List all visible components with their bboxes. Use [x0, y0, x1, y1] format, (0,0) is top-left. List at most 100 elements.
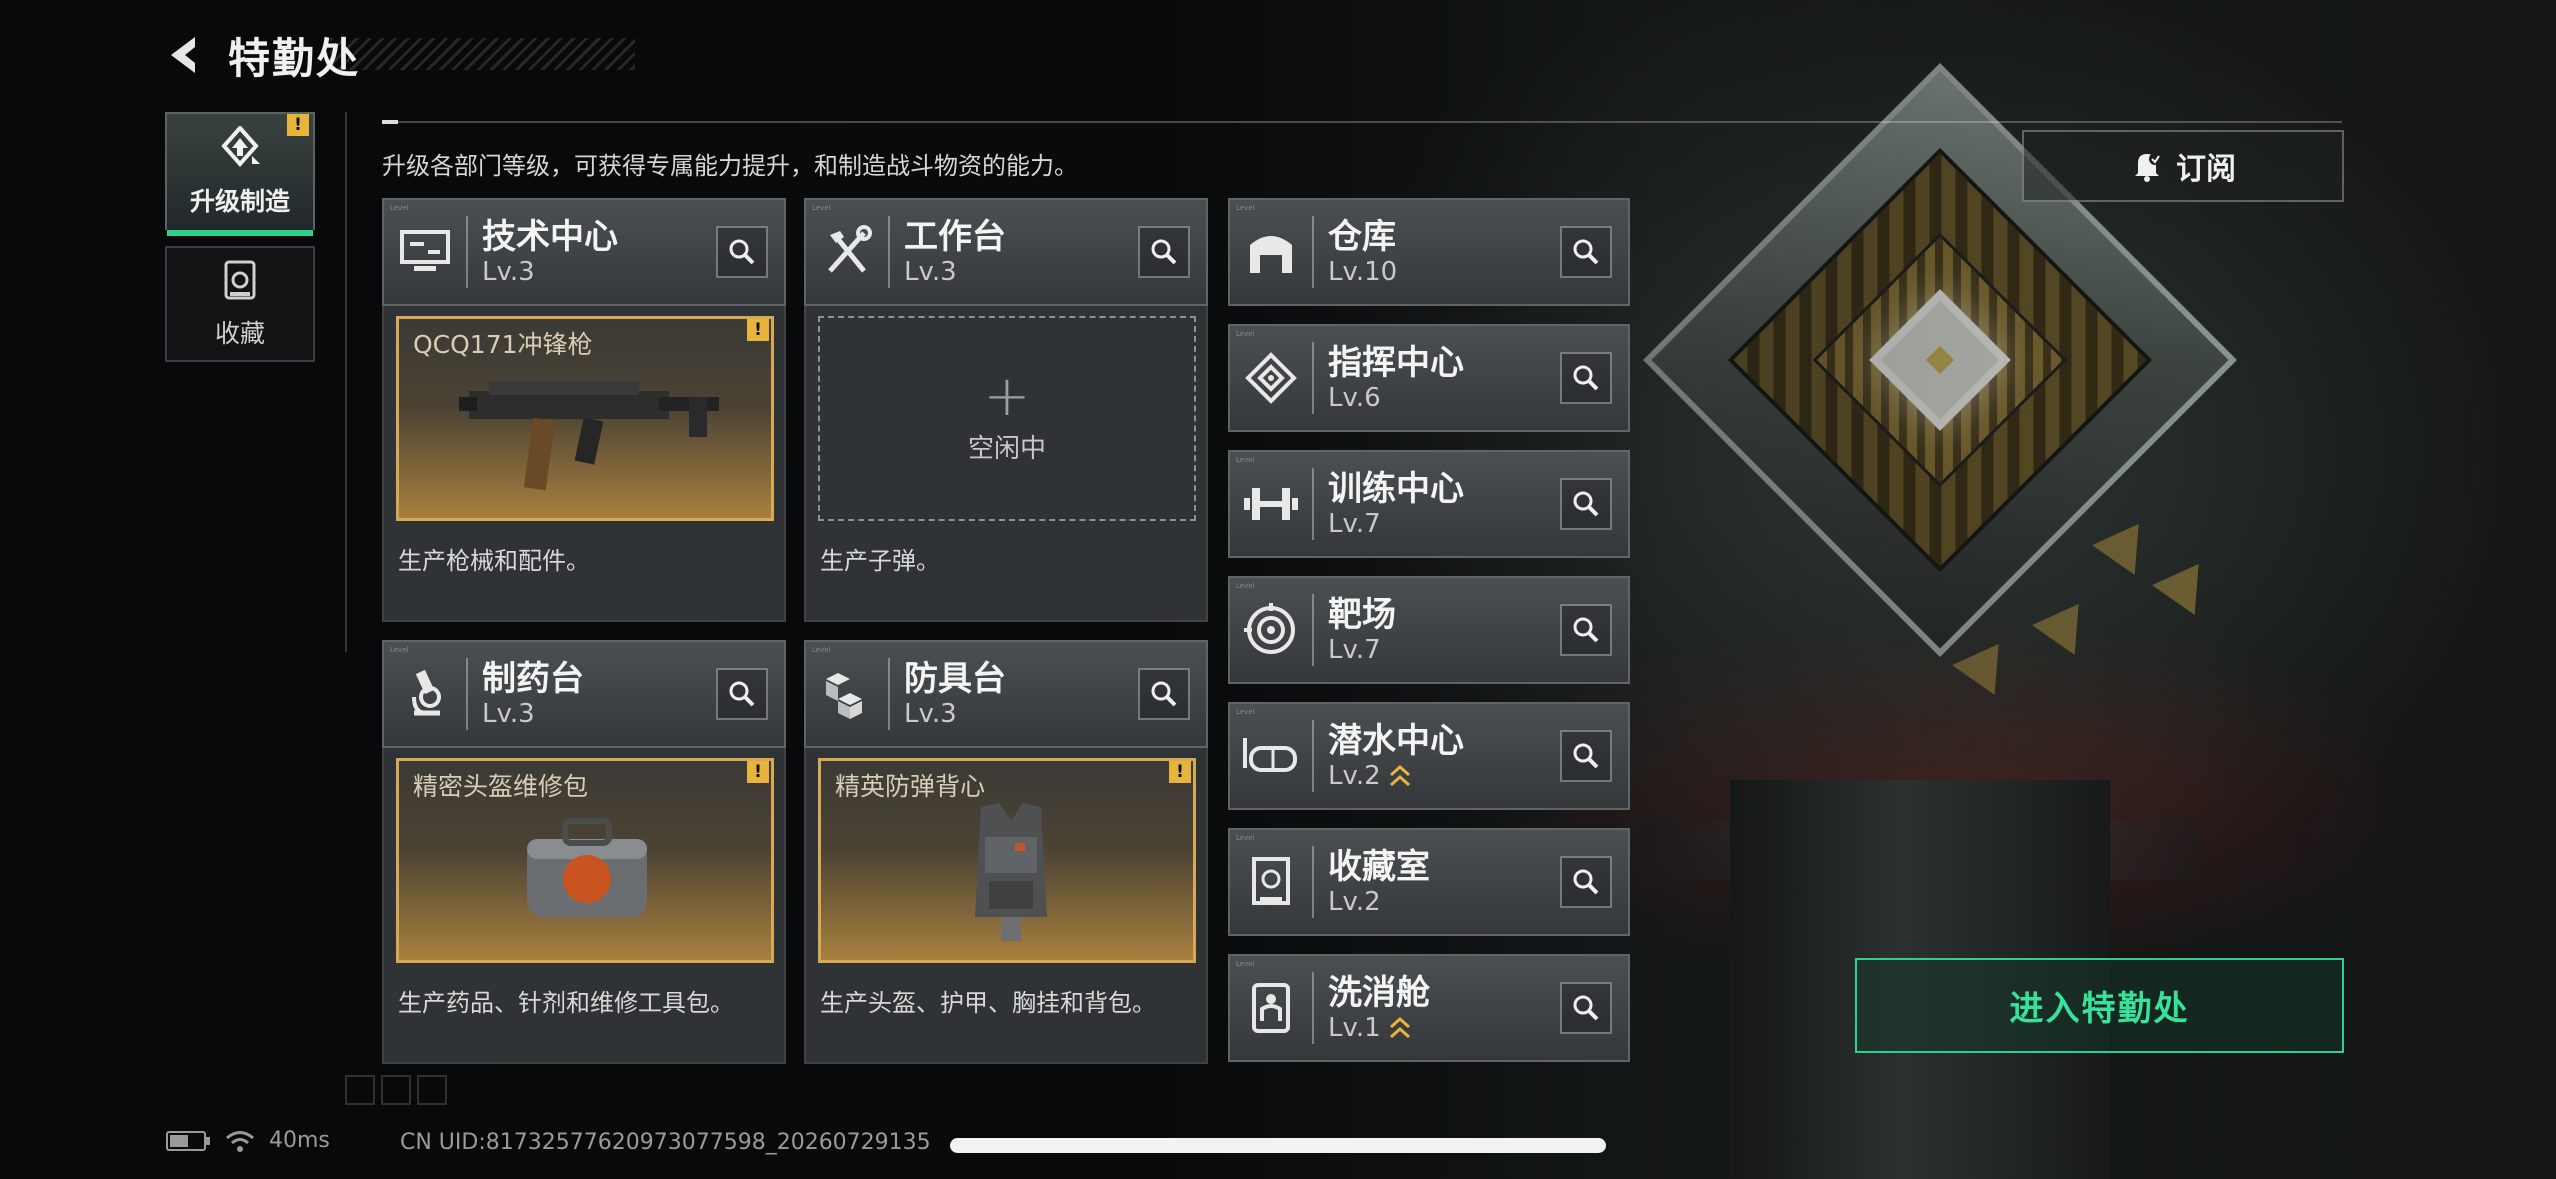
title-decoration [330, 38, 635, 70]
slot-warning-badge: ! [747, 319, 769, 341]
subscribe-button[interactable]: 订阅 [2022, 130, 2344, 202]
slot-item-name: QCQ171冲锋枪 [413, 330, 593, 359]
empty-production-slot[interactable]: + 空闲中 [818, 316, 1196, 521]
search-icon [729, 681, 755, 707]
department-body-pharmacy: 精密头盔维修包 ! 生产药品、针剂和维修工具包。 [382, 748, 786, 1064]
search-icon [729, 239, 755, 265]
search-icon [1573, 365, 1599, 391]
header-divider [382, 120, 2342, 124]
department-name: 靶场 [1328, 595, 1396, 635]
armor-blocks-icon [806, 658, 890, 730]
tab-collection-label: 收藏 [214, 319, 265, 348]
microscope-icon [384, 658, 468, 730]
production-slot[interactable]: 精密头盔维修包 ! [396, 758, 774, 963]
search-button[interactable] [1560, 856, 1612, 908]
slot-warning-badge: ! [1169, 761, 1191, 783]
department-level: Lv.3 [904, 257, 957, 287]
department-card-collection-room[interactable]: Level 收藏室 Lv.2 [1228, 828, 1630, 936]
department-card-diving-center[interactable]: Level 潜水中心 Lv.2 [1228, 702, 1630, 810]
search-icon [1151, 681, 1177, 707]
warehouse-icon [1230, 216, 1314, 288]
repair-kit-item-image [527, 818, 647, 917]
upgrade-chevrons-icon [1389, 1016, 1410, 1039]
page-title: 特勤处 [228, 33, 361, 83]
department-card-pharmacy[interactable]: Level 制药台 Lv.3 [382, 640, 786, 748]
department-description: 生产头盔、护甲、胸挂和背包。 [820, 989, 1156, 1017]
search-button[interactable] [1560, 982, 1612, 1034]
department-body-workbench: + 空闲中 生产子弹。 [804, 306, 1208, 622]
department-description: 生产枪械和配件。 [398, 547, 590, 575]
corner-decoration [345, 1075, 447, 1105]
department-name: 工作台 [904, 217, 1006, 257]
battery-icon [166, 1130, 210, 1151]
wifi-icon [226, 1130, 254, 1152]
tab-warning-badge: ! [287, 114, 309, 136]
search-button[interactable] [1560, 478, 1612, 530]
department-name: 洗消舱 [1328, 973, 1430, 1013]
slot-idle-label: 空闲中 [967, 434, 1046, 464]
enter-button-label: 进入特勤处 [2009, 989, 2190, 1029]
home-indicator[interactable] [950, 1138, 1606, 1153]
department-card-warehouse[interactable]: Level 仓库 Lv.10 [1228, 198, 1630, 306]
production-slot[interactable]: 精英防弹背心 ! [818, 758, 1196, 963]
diving-mask-icon [1230, 720, 1314, 792]
department-level: Lv.6 [1328, 383, 1381, 413]
department-card-command-center[interactable]: Level 指挥中心 Lv.6 [1228, 324, 1630, 432]
search-button[interactable] [716, 668, 768, 720]
department-card-armor-bench[interactable]: Level 防具台 Lv.3 [804, 640, 1208, 748]
search-button[interactable] [1560, 604, 1612, 656]
tab-collection[interactable]: 收藏 [165, 246, 315, 362]
department-level: Lv.7 [1328, 635, 1381, 665]
search-button[interactable] [716, 226, 768, 278]
department-card-workbench[interactable]: Level 工作台 Lv.3 [804, 198, 1208, 306]
search-icon [1573, 743, 1599, 769]
department-card-tech-center[interactable]: Level 技术中心 Lv.3 [382, 198, 786, 306]
department-level: Lv.3 [482, 257, 535, 287]
department-name: 收藏室 [1328, 847, 1430, 887]
status-bar: 40ms [165, 1128, 330, 1153]
department-body-tech-center: QCQ171冲锋枪 ! 生产枪械和配件。 [382, 306, 786, 622]
department-card-shooting-range[interactable]: Level 靶场 Lv.7 [1228, 576, 1630, 684]
department-name: 防具台 [904, 659, 1006, 699]
search-button[interactable] [1560, 352, 1612, 404]
page-header: 特勤处 [160, 20, 360, 90]
target-icon [1230, 594, 1314, 666]
department-name: 训练中心 [1328, 469, 1464, 509]
department-name: 制药台 [482, 659, 584, 699]
search-icon [1573, 869, 1599, 895]
department-level: Lv.2 [1328, 887, 1381, 917]
side-divider [345, 112, 347, 652]
production-slot[interactable]: QCQ171冲锋枪 ! [396, 316, 774, 521]
department-level: Lv.7 [1328, 509, 1381, 539]
search-icon [1151, 239, 1177, 265]
smg-item-image [459, 381, 719, 491]
dumbbell-icon [1230, 468, 1314, 540]
department-name: 指挥中心 [1328, 343, 1464, 383]
search-button[interactable] [1138, 226, 1190, 278]
search-button[interactable] [1138, 668, 1190, 720]
collection-icon [220, 258, 260, 306]
enter-special-ops-button[interactable]: 进入特勤处 [1855, 958, 2344, 1053]
tab-upgrade-craft[interactable]: ! 升级制造 [165, 112, 315, 236]
department-card-training-center[interactable]: Level 训练中心 Lv.7 [1228, 450, 1630, 558]
slot-item-name: 精密头盔维修包 [413, 772, 589, 801]
department-name: 潜水中心 [1328, 721, 1464, 761]
decon-chamber-icon [1230, 972, 1314, 1044]
department-description: 生产子弹。 [820, 547, 940, 575]
back-arrow-icon[interactable] [160, 30, 210, 80]
search-button[interactable] [1560, 226, 1612, 278]
department-description: 生产药品、针剂和维修工具包。 [398, 989, 734, 1017]
search-button[interactable] [1560, 730, 1612, 782]
vest-item-image [975, 803, 1047, 941]
search-icon [1573, 491, 1599, 517]
monitor-icon [384, 216, 468, 288]
plus-icon: + [983, 364, 1031, 429]
page-description: 升级各部门等级，可获得专属能力提升，和制造战斗物资的能力。 [382, 152, 1078, 180]
upgrade-chevrons-icon [1389, 764, 1410, 787]
department-card-decontamination[interactable]: Level 洗消舱 Lv.1 [1228, 954, 1630, 1062]
search-icon [1573, 995, 1599, 1021]
upgrade-icon [216, 124, 264, 174]
search-icon [1573, 239, 1599, 265]
department-level-row: Lv.1 [1328, 1013, 1560, 1043]
department-level: Lv.10 [1328, 257, 1398, 287]
